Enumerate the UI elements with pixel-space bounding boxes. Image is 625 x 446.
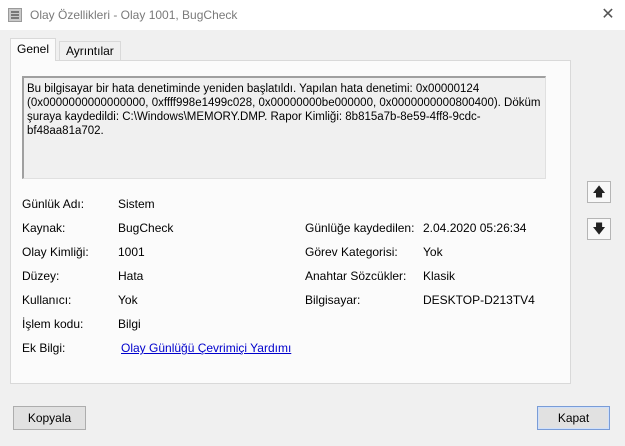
event-viewer-icon	[8, 8, 22, 22]
computer-label: Bilgisayar:	[305, 293, 361, 307]
logged-value: 2.04.2020 05:26:34	[423, 221, 527, 235]
user-label: Kullanıcı:	[22, 293, 72, 307]
more-info-label: Ek Bilgi:	[22, 341, 66, 355]
keywords-label: Anahtar Sözcükler:	[305, 269, 407, 283]
copy-button[interactable]: Kopyala	[13, 406, 86, 430]
window-title: Olay Özellikleri - Olay 1001, BugCheck	[30, 8, 238, 22]
arrow-down-icon: 🡇	[592, 221, 606, 236]
arrow-up-icon: 🡅	[592, 184, 606, 199]
tab-details[interactable]: Ayrıntılar	[59, 41, 121, 61]
event-id-value: 1001	[118, 245, 145, 259]
log-name-label: Günlük Adı:	[22, 197, 85, 211]
close-window-button[interactable]: ✕	[596, 3, 620, 27]
task-category-label: Görev Kategorisi:	[305, 245, 398, 259]
online-help-link[interactable]: Olay Günlüğü Çevrimiçi Yardımı	[121, 341, 291, 355]
logged-label: Günlüğe kaydedilen:	[305, 221, 415, 235]
user-value: Yok	[118, 293, 138, 307]
event-description[interactable]: Bu bilgisayar bir hata denetiminde yenid…	[22, 76, 546, 179]
log-name-value: Sistem	[118, 197, 155, 211]
computer-value: DESKTOP-D213TV4	[423, 293, 535, 307]
source-value: BugCheck	[118, 221, 174, 235]
keywords-value: Klasik	[423, 269, 456, 283]
level-label: Düzey:	[22, 269, 60, 283]
opcode-label: İşlem kodu:	[22, 317, 84, 331]
tab-general[interactable]: Genel	[10, 38, 57, 61]
close-button[interactable]: Kapat	[537, 406, 610, 430]
previous-event-button[interactable]: 🡅	[587, 181, 611, 203]
event-id-label: Olay Kimliği:	[22, 245, 89, 259]
opcode-value: Bilgi	[118, 317, 141, 331]
task-category-value: Yok	[423, 245, 443, 259]
level-value: Hata	[118, 269, 144, 283]
title-bar: Olay Özellikleri - Olay 1001, BugCheck ✕	[0, 0, 625, 30]
source-label: Kaynak:	[22, 221, 66, 235]
next-event-button[interactable]: 🡇	[587, 218, 611, 240]
